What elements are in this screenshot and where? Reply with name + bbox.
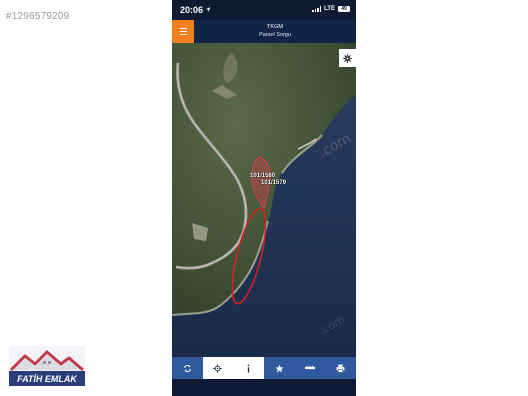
agency-logo: FATİH EMLAK [9,346,85,386]
info-button[interactable] [233,357,264,379]
map-imagery: .com .com [172,43,356,357]
refresh-button[interactable] [172,357,203,379]
satellite-map[interactable]: .com .com 101/1580 101/1579 [172,43,356,357]
app-header: TKGM Parsel Sorgu [172,20,356,43]
menu-button[interactable] [172,20,194,43]
bottom-toolbar [172,357,356,379]
print-icon [336,364,345,373]
status-bar: 20:06 LTE 49 [172,0,356,20]
header-title: TKGM [267,24,283,30]
signal-icon [312,6,322,12]
favorite-button[interactable] [263,357,295,379]
parcel-label-1[interactable]: 101/1580 [250,173,275,179]
info-icon [247,364,250,372]
status-time: 20:06 [180,5,204,15]
menu-icon [179,28,187,29]
logo-text: FATİH EMLAK [17,374,78,384]
network-label: LTE [324,6,335,12]
fatih-emlak-logo: FATİH EMLAK [9,346,85,386]
battery-level: 49 [341,6,347,12]
status-indicators: LTE 49 [312,6,350,12]
battery-icon: 49 [338,6,350,12]
phone-screen: 20:06 LTE 49 TKGM Parsel Sorgu .com .com… [172,0,356,396]
parcel-label-2[interactable]: 101/1579 [261,180,286,186]
location-arrow-icon [205,7,211,12]
crosshair-icon [213,363,223,373]
ruler-icon [304,365,315,370]
listing-id: #1296579209 [6,11,70,22]
locate-button[interactable] [202,357,234,379]
home-indicator-area [172,379,356,396]
map-settings-button[interactable] [339,49,356,67]
star-icon [275,364,284,372]
gear-icon [343,53,352,63]
measure-button[interactable] [294,357,326,379]
header-subtitle: Parsel Sorgu [259,32,291,38]
print-button[interactable] [325,357,356,379]
refresh-icon [184,364,191,372]
